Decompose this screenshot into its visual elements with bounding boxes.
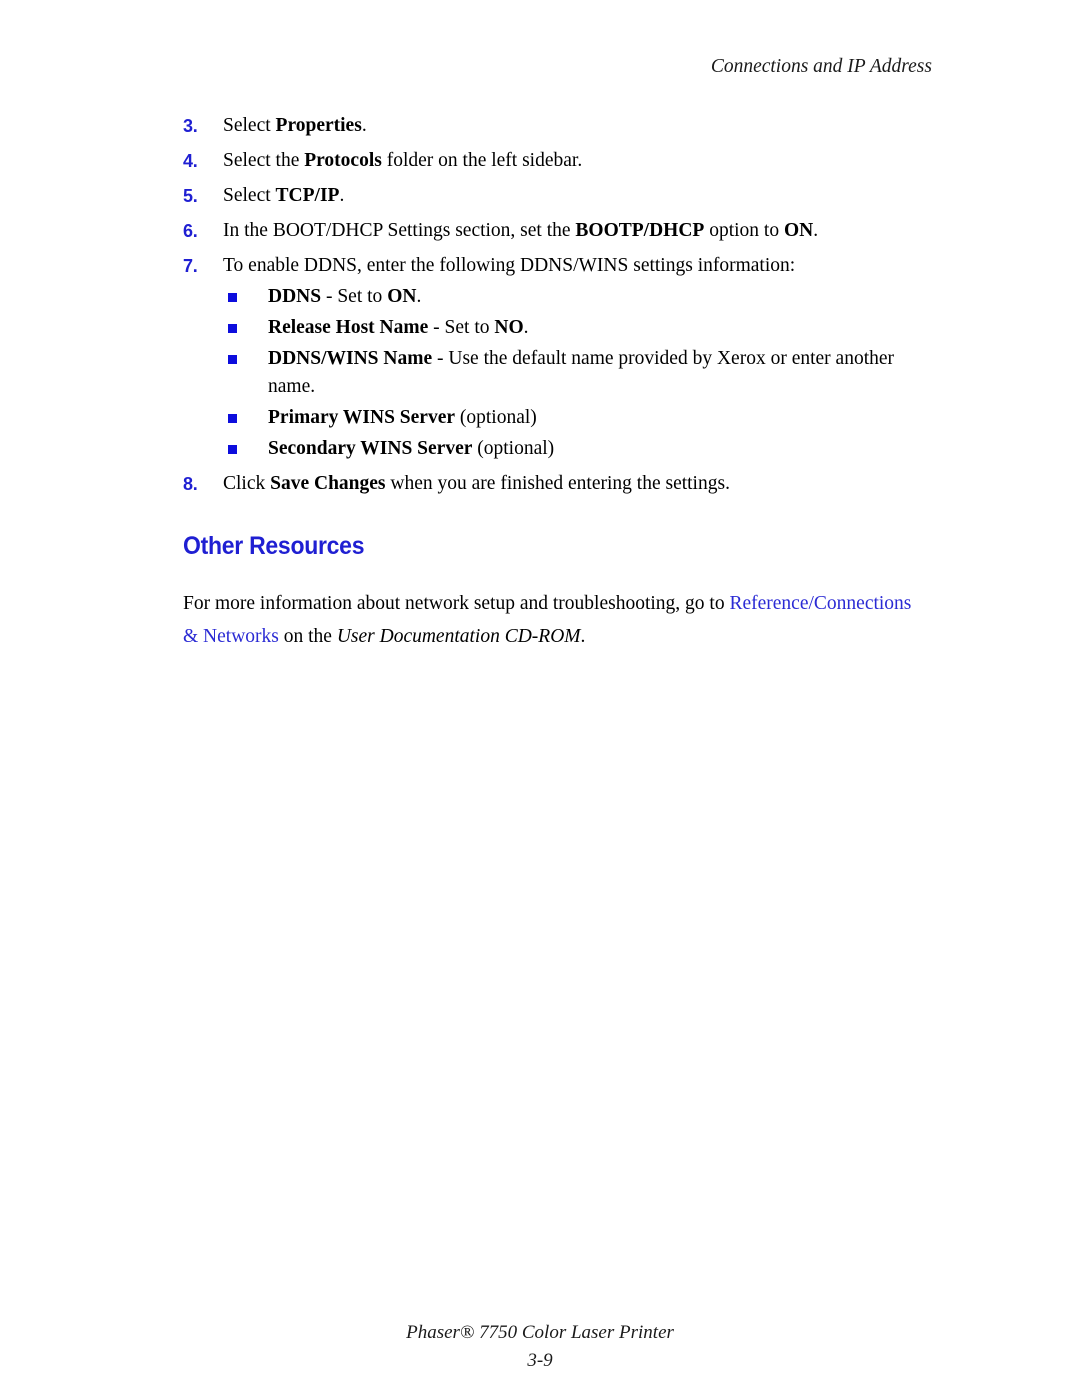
bullet-text: DDNS - Set to ON. xyxy=(268,286,422,307)
step-text: Click Save Changes when you are finished… xyxy=(223,473,730,494)
step-number: 8. xyxy=(183,474,198,494)
step-number: 4. xyxy=(183,151,198,171)
list-item: 6. In the BOOT/DHCP Settings section, se… xyxy=(183,217,943,245)
list-item: 3. Select Properties. xyxy=(183,112,943,140)
square-bullet-icon xyxy=(228,293,237,302)
list-item: DDNS - Set to ON. xyxy=(223,283,943,311)
square-bullet-icon xyxy=(228,414,237,423)
footer-page-number: 3-9 xyxy=(527,1350,553,1371)
list-item: DDNS/WINS Name - Use the default name pr… xyxy=(223,345,943,401)
step-number: 5. xyxy=(183,186,198,206)
bullet-text: Primary WINS Server (optional) xyxy=(268,407,537,428)
bullet-text: Release Host Name - Set to NO. xyxy=(268,317,529,338)
page-footer: Phaser® 7750 Color Laser Printer 3-9 xyxy=(0,1319,1080,1375)
page-content: 3. Select Properties. 4. Select the Prot… xyxy=(183,112,943,653)
list-item: 8. Click Save Changes when you are finis… xyxy=(183,470,943,498)
square-bullet-icon xyxy=(228,324,237,333)
step-text: Select the Protocols folder on the left … xyxy=(223,150,583,171)
list-item: Release Host Name - Set to NO. xyxy=(223,314,943,342)
document-page: Connections and IP Address 3. Select Pro… xyxy=(0,0,1080,1397)
step-number: 6. xyxy=(183,221,198,241)
bulleted-sub-list: DDNS - Set to ON. Release Host Name - Se… xyxy=(223,283,943,463)
bullet-text: DDNS/WINS Name - Use the default name pr… xyxy=(268,348,895,397)
list-item: Secondary WINS Server (optional) xyxy=(223,435,943,463)
footer-product-name: Phaser® 7750 Color Laser Printer xyxy=(406,1322,674,1343)
step-number: 7. xyxy=(183,256,198,276)
list-item: Primary WINS Server (optional) xyxy=(223,404,943,432)
step-text: Select TCP/IP. xyxy=(223,185,345,206)
page-title: Other Resources xyxy=(183,532,365,560)
list-item: 7. To enable DDNS, enter the following D… xyxy=(183,252,943,463)
numbered-step-list: 3. Select Properties. 4. Select the Prot… xyxy=(183,112,943,498)
square-bullet-icon xyxy=(228,355,237,364)
running-header: Connections and IP Address xyxy=(710,56,932,77)
body-paragraph: For more information about network setup… xyxy=(183,593,912,647)
step-text: In the BOOT/DHCP Settings section, set t… xyxy=(223,220,819,241)
step-number: 3. xyxy=(183,116,198,136)
step-text: Select Properties. xyxy=(223,115,367,136)
list-item: 5. Select TCP/IP. xyxy=(183,182,943,210)
bullet-text: Secondary WINS Server (optional) xyxy=(268,438,555,459)
square-bullet-icon xyxy=(228,445,237,454)
list-item: 4. Select the Protocols folder on the le… xyxy=(183,147,943,175)
step-text: To enable DDNS, enter the following DDNS… xyxy=(223,255,796,276)
